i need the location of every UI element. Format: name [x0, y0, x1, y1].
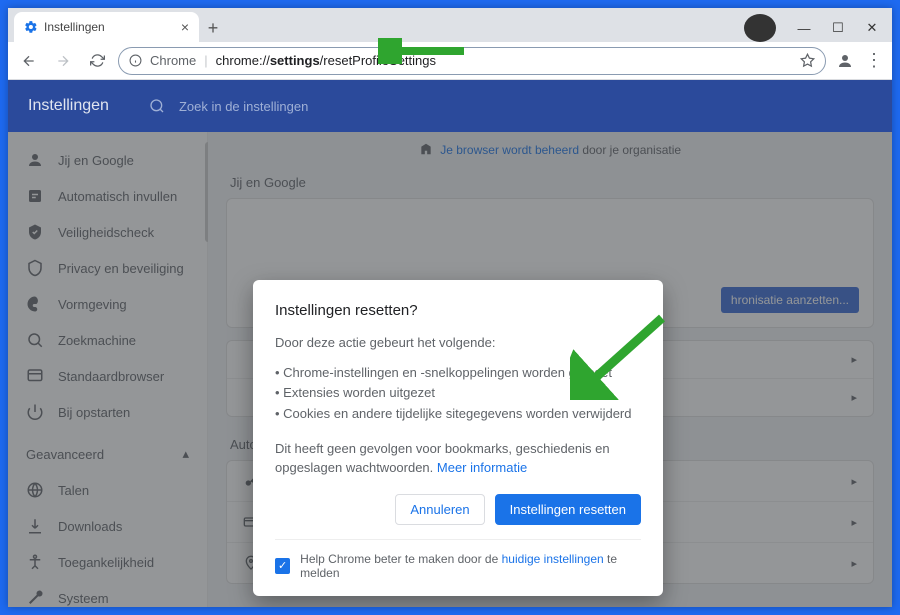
footer-pre: Help Chrome beter te maken door de [300, 552, 501, 566]
bookmark-star-icon[interactable] [800, 53, 815, 68]
profile-avatar[interactable] [834, 50, 856, 72]
browser-toolbar: Chrome | chrome://settings/resetProfileS… [8, 42, 892, 80]
recording-indicator [744, 14, 776, 42]
settings-search[interactable]: Zoek in de instellingen [149, 98, 308, 114]
cancel-button[interactable]: Annuleren [395, 494, 484, 525]
chrome-menu-button[interactable]: ⋮ [864, 50, 884, 71]
dialog-bullet: Chrome-instellingen en -snelkoppelingen … [275, 363, 641, 384]
settings-search-placeholder: Zoek in de instellingen [179, 99, 308, 114]
site-info-icon[interactable] [129, 54, 142, 67]
url-path: chrome://settings/resetProfileSettings [216, 53, 436, 68]
dialog-bullet: Extensies worden uitgezet [275, 383, 641, 404]
new-tab-button[interactable]: + [199, 14, 227, 42]
close-window-button[interactable]: ✕ [856, 14, 888, 42]
settings-title: Instellingen [28, 97, 109, 115]
browser-tab[interactable]: Instellingen × [14, 12, 199, 42]
window-titlebar: Instellingen × + — ☐ ✕ [8, 8, 892, 42]
search-icon [149, 98, 165, 114]
settings-favicon [24, 20, 38, 34]
minimize-button[interactable]: — [788, 14, 820, 42]
forward-button[interactable] [50, 48, 76, 74]
maximize-button[interactable]: ☐ [822, 14, 854, 42]
dialog-outro: Dit heeft geen gevolgen voor bookmarks, … [275, 439, 641, 478]
dialog-footer-text: Help Chrome beter te maken door de huidi… [300, 552, 641, 580]
reload-button[interactable] [84, 48, 110, 74]
address-bar[interactable]: Chrome | chrome://settings/resetProfileS… [118, 47, 826, 75]
reset-confirm-button[interactable]: Instellingen resetten [495, 494, 641, 525]
current-settings-link[interactable]: huidige instellingen [502, 552, 604, 566]
tab-title: Instellingen [44, 20, 105, 34]
more-info-link[interactable]: Meer informatie [437, 460, 527, 475]
settings-header: Instellingen Zoek in de instellingen [8, 80, 892, 132]
report-checkbox[interactable]: ✓ [275, 558, 290, 574]
tab-close-icon[interactable]: × [181, 19, 189, 35]
dialog-intro: Door deze actie gebeurt het volgende: [275, 333, 641, 353]
dialog-bullet: Cookies en andere tijdelijke sitegegeven… [275, 404, 641, 425]
url-scheme: Chrome [150, 53, 196, 68]
url-separator: | [204, 53, 207, 68]
reset-settings-dialog: Instellingen resetten? Door deze actie g… [253, 280, 663, 596]
back-button[interactable] [16, 48, 42, 74]
dialog-title: Instellingen resetten? [275, 302, 641, 319]
